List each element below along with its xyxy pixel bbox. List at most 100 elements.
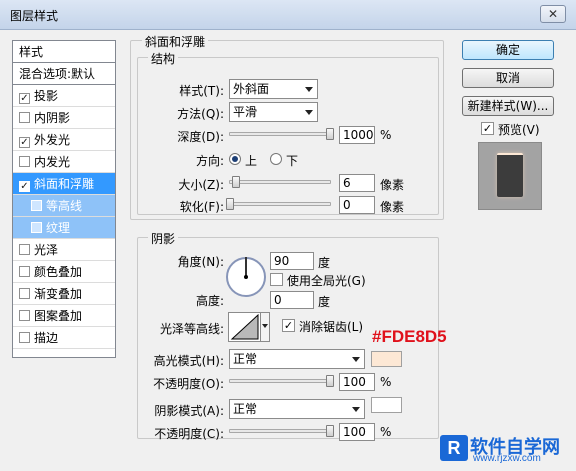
style-list: 样式 混合选项:默认 ✓ 投影内阴影 ✓ 外发光内发光 ✓ 斜面和浮雕等高线纹理光泽颜色叠… xyxy=(12,40,116,358)
cancel-button[interactable]: 取消 xyxy=(462,68,554,88)
style-item-label: 斜面和浮雕 xyxy=(34,177,95,191)
style-item[interactable]: 描边 xyxy=(13,327,115,349)
highlight-color-swatch[interactable] xyxy=(371,351,402,367)
style-item-label: 图案叠加 xyxy=(34,309,83,323)
style-checkbox[interactable] xyxy=(19,156,30,167)
style-checkbox[interactable] xyxy=(19,332,30,343)
style-item-label: 颜色叠加 xyxy=(34,265,83,279)
bevel-style-select[interactable]: 外斜面 xyxy=(229,79,318,99)
style-item[interactable]: ✓ 外发光 xyxy=(13,129,115,151)
style-item[interactable]: 颜色叠加 xyxy=(13,261,115,283)
style-item[interactable]: 光泽 xyxy=(13,239,115,261)
slider-thumb[interactable] xyxy=(326,128,334,140)
style-item[interactable]: 渐变叠加 xyxy=(13,283,115,305)
direction-up-radio[interactable] xyxy=(229,153,241,165)
style-checkbox[interactable] xyxy=(19,112,30,123)
blend-options-item[interactable]: 混合选项:默认 xyxy=(13,63,115,85)
shadow-opacity-input[interactable]: 100 xyxy=(339,423,375,441)
style-checkbox[interactable] xyxy=(31,200,42,211)
chevron-down-icon xyxy=(352,357,360,362)
style-label: 样式(T): xyxy=(179,84,224,98)
slider-thumb[interactable] xyxy=(226,198,234,210)
shadow-mode-value: 正常 xyxy=(233,402,258,416)
global-light-checkbox[interactable] xyxy=(270,273,283,286)
watermark-logo: R xyxy=(440,435,468,461)
style-item[interactable]: 内发光 xyxy=(13,151,115,173)
watermark: R 软件自学网 www.rjzxw.com xyxy=(440,435,570,465)
ok-button[interactable]: 确定 xyxy=(462,40,554,60)
style-checkbox[interactable] xyxy=(31,222,42,233)
slider-thumb[interactable] xyxy=(326,375,334,387)
depth-slider[interactable] xyxy=(229,128,334,140)
size-input[interactable]: 6 xyxy=(339,174,375,192)
angle-dial[interactable] xyxy=(226,257,266,297)
slider-thumb[interactable] xyxy=(326,425,334,437)
soften-input[interactable]: 0 xyxy=(339,196,375,214)
style-checkbox[interactable] xyxy=(19,310,30,321)
bevel-emboss-title: 斜面和浮雕 xyxy=(142,33,209,50)
preview-label: 预览(V) xyxy=(498,123,540,137)
angle-unit: 度 xyxy=(318,256,331,270)
method-value: 平滑 xyxy=(233,105,258,119)
soften-label: 软化(F): xyxy=(179,200,224,214)
antialias-checkbox[interactable]: ✓ xyxy=(282,319,295,332)
chevron-down-icon xyxy=(305,87,313,92)
soften-slider[interactable] xyxy=(226,198,331,210)
method-select[interactable]: 平滑 xyxy=(229,102,318,122)
close-button[interactable]: ✕ xyxy=(540,5,566,23)
highlight-opacity-input[interactable]: 100 xyxy=(339,373,375,391)
style-checkbox[interactable] xyxy=(19,244,30,255)
layer-style-dialog: 样式 混合选项:默认 ✓ 投影内阴影 ✓ 外发光内发光 ✓ 斜面和浮雕等高线纹理光泽颜色叠… xyxy=(0,30,576,471)
style-checkbox[interactable]: ✓ xyxy=(19,181,30,192)
style-item[interactable]: 图案叠加 xyxy=(13,305,115,327)
style-item-label: 投影 xyxy=(34,89,59,103)
style-checkbox[interactable]: ✓ xyxy=(19,93,30,104)
style-checkbox[interactable] xyxy=(19,288,30,299)
style-item-label: 外发光 xyxy=(34,133,71,147)
preview-checkbox[interactable]: ✓ xyxy=(481,122,494,135)
slider-thumb[interactable] xyxy=(232,176,240,188)
highlight-opacity-slider[interactable] xyxy=(229,375,334,387)
angle-label: 角度(N): xyxy=(177,255,224,269)
gloss-contour-label: 光泽等高线: xyxy=(159,322,224,336)
gloss-contour-picker[interactable] xyxy=(228,312,270,342)
antialias-label: 消除锯齿(L) xyxy=(299,320,364,334)
highlight-mode-select[interactable]: 正常 xyxy=(229,349,365,369)
style-item-label: 等高线 xyxy=(46,199,83,213)
size-slider[interactable] xyxy=(229,176,331,188)
style-list-header[interactable]: 样式 xyxy=(13,41,115,63)
shadow-mode-label: 阴影模式(A): xyxy=(154,404,224,418)
shadow-opacity-slider[interactable] xyxy=(229,425,334,437)
style-item[interactable]: ✓ 投影 xyxy=(13,85,115,107)
angle-dial-center xyxy=(244,275,248,279)
style-checkbox[interactable] xyxy=(19,266,30,277)
shadow-opacity-label: 不透明度(C): xyxy=(154,427,224,441)
highlight-mode-label: 高光模式(H): xyxy=(153,354,224,368)
new-style-button[interactable]: 新建样式(W)... xyxy=(462,96,554,116)
shadow-color-swatch[interactable] xyxy=(371,397,402,413)
size-label: 大小(Z): xyxy=(178,178,224,192)
depth-input[interactable]: 1000 xyxy=(339,126,375,144)
style-item[interactable]: 纹理 xyxy=(13,217,115,239)
direction-down-radio[interactable] xyxy=(270,153,282,165)
style-item-label: 渐变叠加 xyxy=(34,287,83,301)
color-annotation: #FDE8D5 xyxy=(372,327,447,346)
angle-input[interactable]: 90 xyxy=(270,252,314,270)
style-item[interactable]: ✓ 斜面和浮雕 xyxy=(13,173,115,195)
altitude-input[interactable]: 0 xyxy=(270,291,314,309)
direction-label: 方向: xyxy=(195,154,224,168)
shading-title: 阴影 xyxy=(148,230,179,247)
style-item[interactable]: 等高线 xyxy=(13,195,115,217)
chevron-down-icon xyxy=(305,110,313,115)
shadow-mode-select[interactable]: 正常 xyxy=(229,399,365,419)
highlight-mode-value: 正常 xyxy=(233,352,258,366)
global-light-label: 使用全局光(G) xyxy=(287,274,366,288)
style-item-label: 光泽 xyxy=(34,243,59,257)
direction-down-label: 下 xyxy=(286,154,299,168)
style-checkbox[interactable]: ✓ xyxy=(19,137,30,148)
style-item[interactable]: 内阴影 xyxy=(13,107,115,129)
altitude-unit: 度 xyxy=(318,295,331,309)
altitude-label: 高度: xyxy=(195,294,224,308)
contour-dropdown-button[interactable] xyxy=(260,313,269,341)
chevron-down-icon xyxy=(262,324,268,328)
